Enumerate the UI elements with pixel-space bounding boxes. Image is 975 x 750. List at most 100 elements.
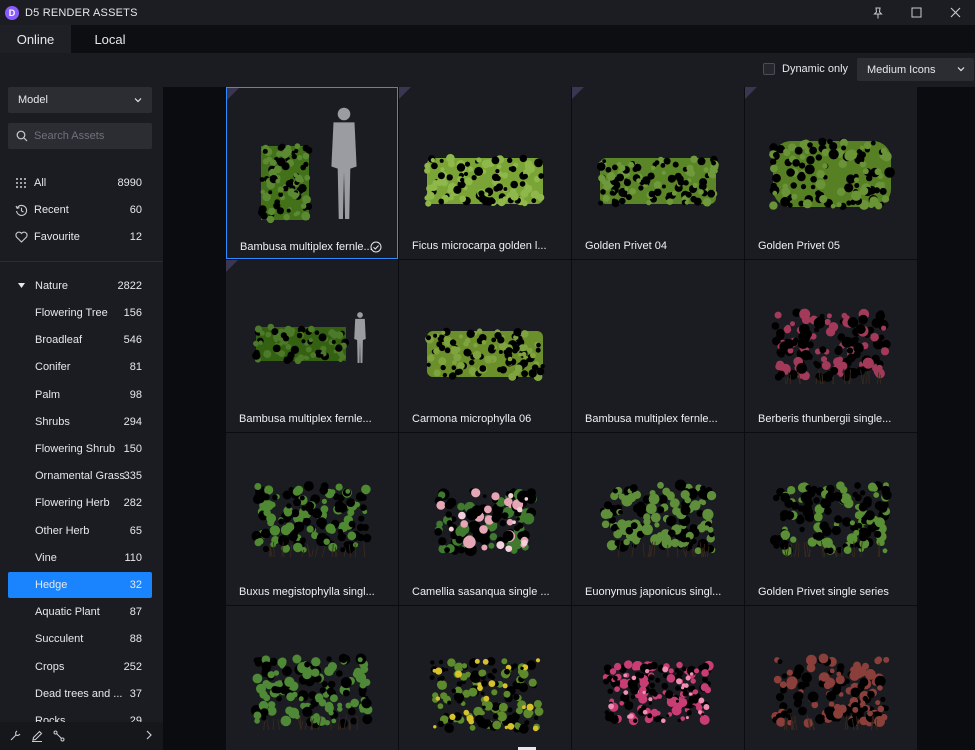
toolbar: Dynamic only — [0, 53, 975, 87]
link-button[interactable] — [52, 729, 66, 743]
asset-card[interactable] — [399, 606, 571, 750]
maximize-button[interactable] — [897, 0, 936, 25]
sidebar-item-nature[interactable]: Nature 2822 — [8, 273, 152, 299]
pencil-icon — [32, 730, 43, 742]
dynamic-only-toggle[interactable]: Dynamic only — [763, 63, 848, 75]
asset-card[interactable] — [745, 606, 917, 750]
dynamic-corner-badge — [399, 87, 411, 99]
asset-card[interactable]: Golden Privet 04 — [572, 87, 744, 259]
sidebar-item-label: Nature — [35, 280, 69, 292]
sidebar-item-count: 8990 — [117, 177, 142, 189]
sidebar-item-label: Hedge — [35, 579, 68, 591]
dynamic-corner-badge — [745, 87, 757, 99]
sidebar-item-flowering-shrub[interactable]: Flowering Shrub 150 — [8, 436, 152, 462]
asset-card[interactable]: Bambusa multiplex fernle... — [226, 260, 398, 432]
sidebar-item-count: 282 — [123, 497, 142, 510]
asset-card[interactable]: Bambusa multiplex fernle... — [572, 260, 744, 432]
tools-icon — [10, 730, 21, 741]
asset-card[interactable]: Camellia sasanqua single ... — [399, 433, 571, 605]
asset-thumbnail — [771, 653, 890, 731]
sidebar-item-count: 156 — [123, 307, 142, 319]
sidebar-item-label: Flowering Shrub — [35, 443, 116, 455]
sidebar-item-label: Aquatic Plant — [35, 606, 100, 619]
pin-button[interactable] — [858, 0, 897, 25]
asset-thumbnail — [434, 488, 537, 557]
asset-name: Golden Privet 04 — [585, 240, 667, 252]
asset-card[interactable]: Ficus microcarpa golden l... — [399, 87, 571, 259]
model-select-value: Model — [18, 94, 48, 106]
asset-thumbnail — [770, 481, 892, 558]
model-select[interactable]: Model — [8, 87, 152, 113]
dynamic-only-checkbox[interactable] — [763, 63, 775, 75]
asset-card[interactable] — [572, 606, 744, 750]
asset-name: Carmona microphylla 06 — [412, 413, 532, 425]
tab-online[interactable]: Online — [0, 25, 71, 53]
asset-card[interactable]: Buxus megistophylla singl... — [226, 433, 398, 605]
sidebar-item-count: 2822 — [117, 280, 142, 292]
sidebar-item-broadleaf[interactable]: Broadleaf 546 — [8, 327, 152, 353]
asset-thumbnail — [251, 481, 372, 558]
maximize-icon — [911, 7, 922, 18]
edit-button[interactable] — [30, 729, 44, 743]
sidebar-item-count: 294 — [123, 415, 142, 428]
asset-grid-area: Bambusa multiplex fernle... Ficus microca… — [163, 87, 975, 750]
tab-local[interactable]: Local — [71, 25, 149, 53]
search-icon — [16, 130, 28, 142]
close-button[interactable] — [936, 0, 975, 25]
asset-card[interactable]: Berberis thunbergii single... — [745, 260, 917, 432]
sidebar-item-count: 98 — [129, 388, 142, 401]
icon-size-select[interactable]: Medium Icons — [857, 58, 974, 81]
sidebar-item-all[interactable]: All 8990 — [8, 170, 152, 196]
close-icon — [950, 7, 961, 18]
sidebar-item-conifer[interactable]: Conifer 81 — [8, 354, 152, 380]
sidebar-item-favourite[interactable]: Favourite 12 — [8, 224, 152, 250]
chevron-right-icon[interactable] — [144, 729, 154, 741]
asset-card[interactable]: Carmona microphylla 06 — [399, 260, 571, 432]
sidebar-item-flowering-herb[interactable]: Flowering Herb 282 — [8, 490, 152, 516]
sidebar-item-other-herb[interactable]: Other Herb 65 — [8, 518, 152, 544]
asset-name: Berberis thunbergii single... — [758, 413, 892, 425]
sidebar-item-succulent[interactable]: Succulent 88 — [8, 626, 152, 652]
asset-name: Buxus megistophylla singl... — [239, 586, 375, 598]
sidebar-item-label: Flowering Herb — [35, 497, 110, 510]
sidebar-item-label: Conifer — [35, 361, 71, 374]
sidebar-item-count: 32 — [129, 579, 142, 591]
sidebar-item-palm[interactable]: Palm 98 — [8, 382, 152, 408]
sidebar-item-crops[interactable]: Crops 252 — [8, 654, 152, 680]
asset-name: Bambusa multiplex fernle... — [240, 241, 373, 253]
asset-card[interactable]: Golden Privet 05 — [745, 87, 917, 259]
heart-icon — [14, 230, 28, 244]
asset-card[interactable]: Euonymus japonicus singl... — [572, 433, 744, 605]
sidebar-item-count: 37 — [129, 687, 142, 700]
sidebar-item-aquatic-plant[interactable]: Aquatic Plant 87 — [8, 599, 152, 625]
sidebar-item-count: 150 — [123, 443, 142, 455]
caret-down-icon — [18, 283, 25, 288]
sidebar-item-label: Ornamental Grass — [35, 470, 125, 483]
search-box — [8, 123, 152, 149]
clock-history-icon — [14, 203, 28, 217]
asset-name: Golden Privet single series — [758, 586, 889, 598]
asset-name: Ficus microcarpa golden l... — [412, 240, 547, 252]
sidebar-item-recent[interactable]: Recent 60 — [8, 197, 152, 223]
window-controls — [858, 0, 975, 25]
asset-card[interactable]: Golden Privet single series — [745, 433, 917, 605]
check-circle-icon — [370, 241, 382, 253]
sidebar-item-shrubs[interactable]: Shrubs 294 — [8, 409, 152, 435]
sidebar-item-hedge[interactable]: Hedge 32 — [8, 572, 152, 598]
asset-card[interactable]: Bambusa multiplex fernle... — [226, 87, 398, 259]
settings-tool-button[interactable] — [8, 729, 22, 743]
asset-thumbnail — [572, 260, 744, 402]
node-link-icon — [53, 730, 65, 742]
sidebar-item-label: Flowering Tree — [35, 307, 108, 319]
sidebar-item-label: Broadleaf — [35, 334, 83, 347]
sidebar-item-flowering-tree[interactable]: Flowering Tree 156 — [8, 300, 152, 326]
asset-name: Golden Privet 05 — [758, 240, 840, 252]
sidebar-item-count: 110 — [124, 551, 142, 564]
sidebar-item-vine[interactable]: Vine 110 — [8, 545, 152, 571]
asset-card[interactable] — [226, 606, 398, 750]
sidebar-item-dead-trees-and[interactable]: Dead trees and ... 37 — [8, 681, 152, 707]
icon-size-value: Medium Icons — [867, 63, 936, 76]
search-input[interactable] — [34, 130, 144, 142]
sidebar-item-ornamental-grass[interactable]: Ornamental Grass 335 — [8, 463, 152, 489]
asset-thumbnail — [596, 155, 720, 208]
